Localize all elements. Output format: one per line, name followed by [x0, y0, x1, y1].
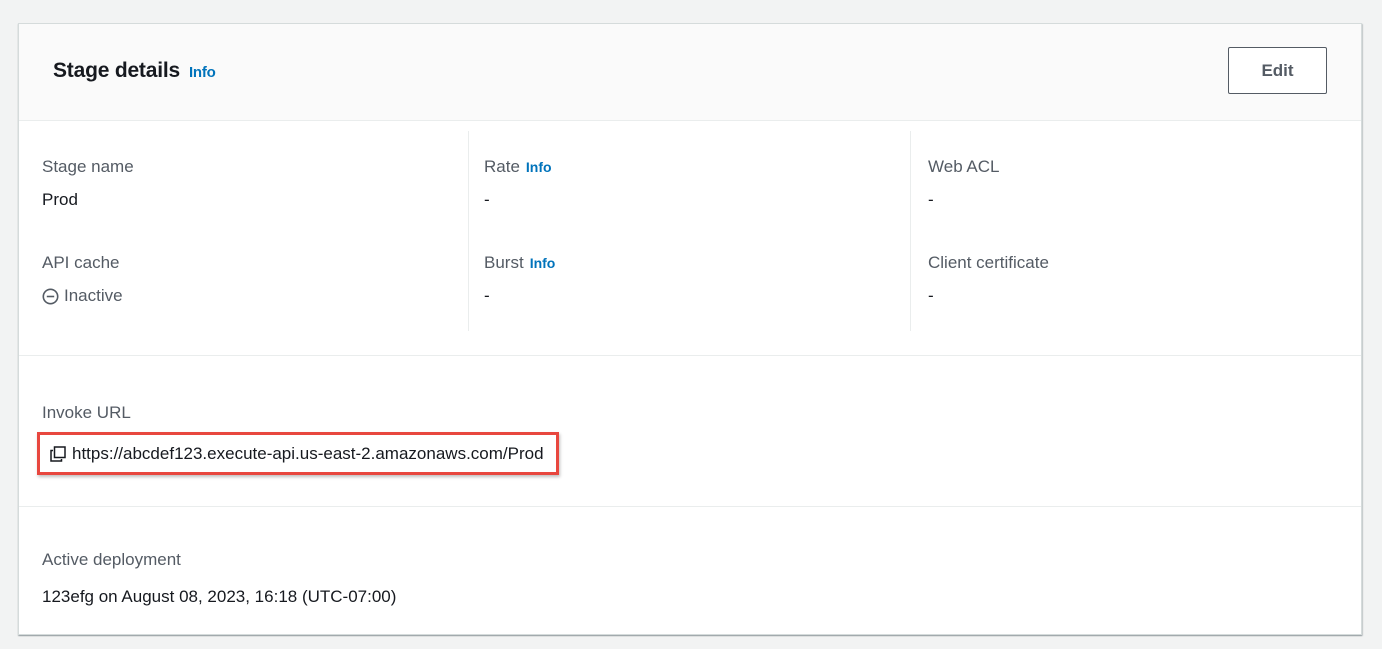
column-3: Web ACL - Client certificate -: [928, 131, 1348, 331]
web-acl-field: Web ACL -: [928, 157, 1000, 210]
invoke-url-highlight: https://abcdef123.execute-api.us-east-2.…: [37, 432, 559, 475]
stage-name-label: Stage name: [42, 157, 134, 177]
edit-button[interactable]: Edit: [1228, 47, 1327, 94]
burst-field: Burst Info -: [484, 253, 555, 306]
status-stopped-icon: [42, 288, 59, 305]
rate-label-text: Rate: [484, 157, 520, 176]
stage-name-label-text: Stage name: [42, 157, 134, 176]
stage-name-value: Prod: [42, 190, 78, 209]
api-cache-label: API cache: [42, 253, 123, 273]
stage-name-field: Stage name Prod: [42, 157, 134, 210]
column-2: Rate Info - Burst Info -: [484, 131, 911, 331]
client-certificate-field: Client certificate -: [928, 253, 1049, 306]
web-acl-value: -: [928, 190, 934, 209]
active-deployment-section: Active deployment 123efg on August 08, 2…: [19, 507, 1361, 635]
api-cache-status-text: Inactive: [64, 286, 123, 305]
invoke-url-text[interactable]: https://abcdef123.execute-api.us-east-2.…: [72, 444, 544, 464]
active-deployment-value: 123efg on August 08, 2023, 16:18 (UTC-07…: [42, 587, 397, 606]
api-cache-field: API cache Inactive: [42, 253, 123, 306]
api-cache-label-text: API cache: [42, 253, 120, 272]
panel-header: Stage details Info Edit: [19, 24, 1361, 121]
stage-details-panel: Stage details Info Edit Stage name Prod …: [18, 23, 1362, 635]
active-deployment-label: Active deployment: [42, 550, 181, 569]
rate-value: -: [484, 190, 490, 209]
burst-label: Burst Info: [484, 253, 555, 273]
web-acl-label-text: Web ACL: [928, 157, 1000, 176]
api-cache-value: Inactive: [42, 286, 123, 306]
burst-label-text: Burst: [484, 253, 524, 272]
column-1: Stage name Prod API cache Inactive: [42, 131, 469, 331]
invoke-url-section: Invoke URL https://abcdef123.execute-api…: [19, 356, 1361, 507]
rate-info-link[interactable]: Info: [526, 159, 552, 175]
client-certificate-label: Client certificate: [928, 253, 1049, 273]
client-certificate-label-text: Client certificate: [928, 253, 1049, 272]
copy-icon[interactable]: [50, 445, 66, 462]
rate-field: Rate Info -: [484, 157, 552, 210]
client-certificate-value: -: [928, 286, 934, 305]
page-title-text: Stage details: [53, 59, 180, 82]
web-acl-label: Web ACL: [928, 157, 1000, 177]
rate-label: Rate Info: [484, 157, 552, 177]
burst-value: -: [484, 286, 490, 305]
title-info-link[interactable]: Info: [189, 64, 216, 81]
page-title: Stage details Info: [53, 59, 216, 83]
burst-info-link[interactable]: Info: [530, 255, 556, 271]
invoke-url-label: Invoke URL: [42, 403, 131, 422]
stage-settings-grid: Stage name Prod API cache Inactive Rate …: [19, 121, 1361, 356]
